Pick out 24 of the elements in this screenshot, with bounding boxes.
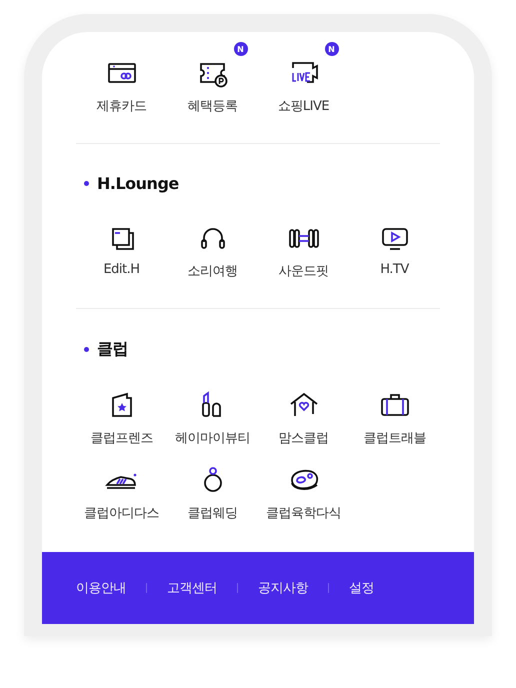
menu-item-label[interactable]: 소리여행 — [188, 262, 238, 280]
section-title: 클럽 — [97, 339, 128, 360]
new-badge: N — [234, 42, 248, 56]
footer-link[interactable]: 공지사항 — [258, 579, 308, 597]
bullet-dot-icon — [84, 181, 89, 186]
new-badge: N — [324, 42, 338, 56]
footer-link[interactable]: 설정 — [349, 579, 374, 597]
menu-item-label[interactable]: 맘스클럽 — [278, 429, 328, 447]
menu-item-label[interactable]: 헤이마이뷰티 — [175, 429, 250, 447]
footer-link[interactable]: 고객센터 — [167, 579, 217, 597]
footer-link[interactable]: 이용안내 — [76, 579, 126, 597]
section-title: H.Lounge — [97, 174, 179, 193]
menu-item-label[interactable]: 혜택등록 — [188, 97, 238, 115]
menu-item-label[interactable]: 사운드핏 — [278, 262, 328, 280]
menu-item-label[interactable]: Edit.H — [103, 262, 140, 277]
menu-item-label[interactable]: 클럽프렌즈 — [90, 429, 153, 447]
menu-item-label[interactable]: 클럽아디다스 — [84, 504, 159, 522]
menu-item-label[interactable]: 클럽육학다식 — [266, 504, 341, 522]
menu-item-label[interactable]: 클럽트래블 — [363, 429, 426, 447]
menu-item-label[interactable]: 제휴카드 — [96, 97, 146, 115]
menu-item-label[interactable]: 클럽웨딩 — [188, 504, 238, 522]
menu-item-label[interactable]: 쇼핑LIVE — [278, 97, 330, 115]
menu-item-label[interactable]: H.TV — [380, 262, 409, 277]
bullet-dot-icon — [84, 347, 89, 352]
